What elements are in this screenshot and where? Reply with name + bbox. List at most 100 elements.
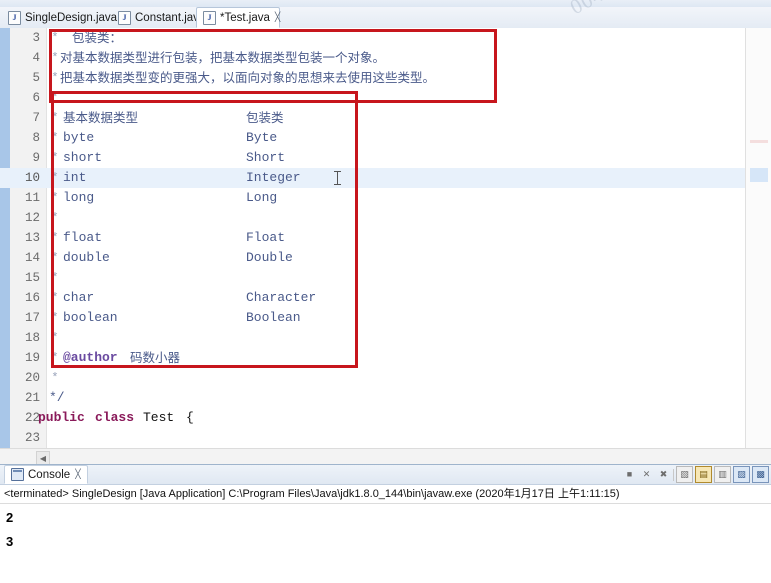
console-toolbar: ■ ✕ ✖ ▧ ▤ ▥ ▨ ▩ <box>622 466 769 483</box>
console-status-line: <terminated> SingleDesign [Java Applicat… <box>4 488 620 500</box>
line-number: 23 <box>24 431 40 445</box>
code-line[interactable]: 6 * <box>0 88 745 108</box>
line-number: 7 <box>32 111 40 125</box>
overview-ruler[interactable] <box>745 28 771 448</box>
comment-star: * <box>51 51 59 65</box>
wrapper-type: Float <box>246 230 286 245</box>
comment-star: * <box>51 211 59 225</box>
javadoc-author-name: 码数小器 <box>130 350 181 365</box>
wrapper-type: Character <box>246 290 317 305</box>
show-console-icon[interactable]: ▥ <box>714 466 731 483</box>
wrapper-type: Boolean <box>246 310 301 325</box>
scroll-lock-icon[interactable]: ▤ <box>695 466 712 483</box>
display-selected-icon[interactable]: ▩ <box>752 466 769 483</box>
close-icon[interactable]: ╳ <box>75 469 80 480</box>
code-line[interactable]: 21 */ <box>0 388 745 408</box>
primitive-type: boolean <box>63 310 118 325</box>
code-line[interactable]: 4 * 对基本数据类型进行包装，把基本数据类型包装一个对象。 <box>0 48 745 68</box>
comment-text: 把基本数据类型变的更强大，以面向对象的思想来去使用这些类型。 <box>60 70 436 85</box>
editor-tab-test-active[interactable]: J *Test.java ╳ <box>196 7 280 28</box>
code-line[interactable]: 23 <box>0 428 745 448</box>
code-line[interactable]: 14 * double Double <box>0 248 745 268</box>
comment-star: * <box>51 251 59 265</box>
code-line[interactable]: 17 * boolean Boolean <box>0 308 745 328</box>
console-tab-label: Console <box>28 468 71 481</box>
code-line[interactable]: 19 * @author 码数小器 <box>0 348 745 368</box>
console-icon <box>11 468 24 481</box>
console-output-line: 3 <box>6 534 14 549</box>
primitive-type: float <box>63 230 103 245</box>
eclipse-window: J SingleDesign.java J Constant.java J *T… <box>0 0 771 583</box>
comment-text: 包装类： <box>72 30 123 45</box>
code-editor[interactable]: 3 * 包装类： 4 * 对基本数据类型进行包装，把基本数据类型包装一个对象。 … <box>0 28 771 448</box>
line-number: 22 <box>24 411 40 425</box>
code-line[interactable]: 16 * char Character <box>0 288 745 308</box>
code-line[interactable]: 7 * 基本数据类型 包装类 <box>0 108 745 128</box>
comment-star: * <box>51 191 59 205</box>
line-number: 17 <box>24 311 40 325</box>
code-line[interactable]: 15 * <box>0 268 745 288</box>
open-brace: { <box>186 410 194 425</box>
code-line[interactable]: 5 * 把基本数据类型变的更强大，以面向对象的思想来去使用这些类型。 <box>0 68 745 88</box>
line-number: 12 <box>24 211 40 225</box>
console-output[interactable]: 2 3 <box>6 506 756 554</box>
text-cursor-pointer <box>334 171 341 185</box>
code-line[interactable]: 22 public class Test { <box>0 408 745 428</box>
code-line[interactable]: 20 * <box>0 368 745 388</box>
comment-star: * <box>51 71 59 85</box>
pin-console-icon[interactable]: ▨ <box>733 466 750 483</box>
code-line[interactable]: 18 * <box>0 328 745 348</box>
wrapper-type: Long <box>246 190 278 205</box>
comment-star: * <box>51 351 59 365</box>
wrapper-type: Integer <box>246 170 301 185</box>
clear-console-icon[interactable]: ▧ <box>676 466 693 483</box>
comment-star: * <box>51 111 59 125</box>
primitive-type: byte <box>63 130 95 145</box>
wrapper-type: Byte <box>246 130 278 145</box>
comment-star: * <box>51 371 59 385</box>
editor-tab-singledesign[interactable]: J SingleDesign.java <box>2 7 120 28</box>
code-line[interactable]: 12 * <box>0 208 745 228</box>
line-number: 21 <box>24 391 40 405</box>
java-file-icon: J <box>8 10 21 25</box>
close-icon[interactable]: ╳ <box>275 12 280 23</box>
primitive-type: long <box>63 190 95 205</box>
scroll-left-arrow-icon[interactable]: ◀ <box>36 451 50 465</box>
line-number: 19 <box>24 351 40 365</box>
comment-star: * <box>51 291 59 305</box>
code-line[interactable]: 8 * byte Byte <box>0 128 745 148</box>
remove-launch-icon[interactable]: ✕ <box>639 467 654 482</box>
primitive-type: int <box>63 170 87 185</box>
line-number: 15 <box>24 271 40 285</box>
code-line[interactable]: 13 * float Float <box>0 228 745 248</box>
code-text-area[interactable]: 3 * 包装类： 4 * 对基本数据类型进行包装，把基本数据类型包装一个对象。 … <box>0 28 745 448</box>
wrapper-type: Short <box>246 150 286 165</box>
remove-all-launch-icon[interactable]: ✖ <box>656 467 671 482</box>
comment-star: * <box>51 31 59 45</box>
line-number: 14 <box>24 251 40 265</box>
line-number: 10 <box>24 171 40 185</box>
console-tab[interactable]: Console ╳ <box>4 465 88 484</box>
line-number: 6 <box>32 91 40 105</box>
line-number: 3 <box>32 31 40 45</box>
line-number: 8 <box>32 131 40 145</box>
comment-star: * <box>51 171 59 185</box>
line-number: 5 <box>32 71 40 85</box>
comment-star: * <box>51 311 59 325</box>
keyword-public: public <box>38 410 85 425</box>
editor-horizontal-scrollbar[interactable]: ◀ <box>0 448 771 465</box>
keyword-class: class <box>95 410 135 425</box>
code-line-highlighted[interactable]: 10 * int Integer <box>0 168 745 188</box>
comment-star: * <box>51 231 59 245</box>
code-line[interactable]: 3 * 包装类： <box>0 28 745 48</box>
primitive-type: double <box>63 250 110 265</box>
tool-separator <box>673 468 674 481</box>
line-number: 18 <box>24 331 40 345</box>
java-file-icon: J <box>118 10 131 25</box>
line-number: 11 <box>24 191 40 205</box>
primitive-type: short <box>63 150 103 165</box>
code-line[interactable]: 11 * long Long <box>0 188 745 208</box>
code-line[interactable]: 9 * short Short <box>0 148 745 168</box>
javadoc-author-tag: @author <box>63 350 118 365</box>
terminate-icon[interactable]: ■ <box>622 467 637 482</box>
